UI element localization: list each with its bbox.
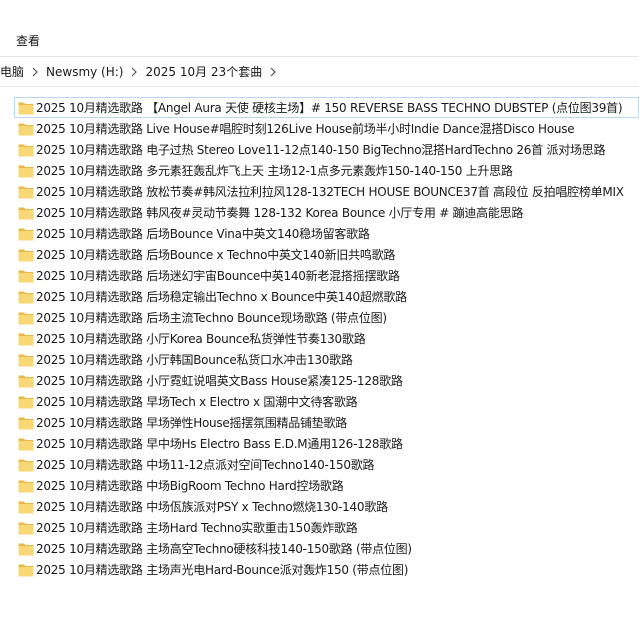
folder-row[interactable]: 2025 10月精选歌路 放松节奏#韩风法拉利拉风128-132TECH HOU… — [14, 181, 639, 202]
folder-icon — [18, 290, 34, 304]
folder-row[interactable]: 2025 10月精选歌路 后场稳定输出Techno x Bounce中英140超… — [14, 286, 639, 307]
breadcrumb-drive[interactable]: Newsmy (H:) — [46, 64, 123, 80]
folder-name: 2025 10月精选歌路 中场BigRoom Techno Hard控场歌路 — [36, 479, 344, 493]
chevron-right-icon[interactable] — [262, 64, 284, 80]
folder-row[interactable]: 2025 10月精选歌路 中场BigRoom Techno Hard控场歌路 — [14, 475, 639, 496]
folder-row[interactable]: 2025 10月精选歌路 主场声光电Hard-Bounce派对轰炸150 (带点… — [14, 559, 639, 580]
folder-name: 2025 10月精选歌路 中场11-12点派对空间Techno140-150歌路 — [36, 458, 375, 472]
folder-row[interactable]: 2025 10月精选歌路 主场Hard Techno实歌重击150轰炸歌路 — [14, 517, 639, 538]
ribbon: 查看 — [0, 0, 639, 57]
folder-icon — [18, 374, 34, 388]
folder-icon — [18, 563, 34, 577]
folder-icon — [18, 269, 34, 283]
folder-row[interactable]: 2025 10月精选歌路 后场主流Techno Bounce现场歌路 (带点位图… — [14, 307, 639, 328]
folder-row[interactable]: 2025 10月精选歌路 后场迷幻宇宙Bounce中英140新老混搭摇摆歌路 — [14, 265, 639, 286]
folder-name: 2025 10月精选歌路 后场迷幻宇宙Bounce中英140新老混搭摇摆歌路 — [36, 269, 400, 283]
folder-row[interactable]: 2025 10月精选歌路 多元素狂轰乱炸飞上天 主场12-1点多元素轰炸150-… — [14, 160, 639, 181]
folder-name: 2025 10月精选歌路 中场佤族派对PSY x Techno燃烧130-140… — [36, 500, 388, 514]
folder-name: 2025 10月精选歌路 小厅Korea Bounce私货弹性节奏130歌路 — [36, 332, 366, 346]
file-list: 2025 10月精选歌路 【Angel Aura 天使 硬核主场】# 150 R… — [14, 97, 639, 580]
folder-icon — [18, 416, 34, 430]
folder-icon — [18, 500, 34, 514]
folder-row[interactable]: 2025 10月精选歌路 【Angel Aura 天使 硬核主场】# 150 R… — [14, 97, 639, 118]
folder-row[interactable]: 2025 10月精选歌路 小厅霓虹说唱英文Bass House紧凑125-128… — [14, 370, 639, 391]
chevron-right-icon[interactable] — [24, 64, 46, 80]
folder-name: 2025 10月精选歌路 早场Tech x Electro x 国潮中文待客歌路 — [36, 395, 358, 409]
address-bar[interactable]: 电脑 Newsmy (H:) 2025 10月 23个套曲 — [0, 58, 639, 87]
folder-row[interactable]: 2025 10月精选歌路 电子过热 Stereo Love11-12点140-1… — [14, 139, 639, 160]
folder-icon — [18, 479, 34, 493]
folder-icon — [18, 458, 34, 472]
folder-icon — [18, 311, 34, 325]
folder-name: 2025 10月精选歌路 后场稳定输出Techno x Bounce中英140超… — [36, 290, 407, 304]
folder-row[interactable]: 2025 10月精选歌路 后场Bounce Vina中英文140稳场留客歌路 — [14, 223, 639, 244]
folder-row[interactable]: 2025 10月精选歌路 Live House#唱腔时刻126Live Hous… — [14, 118, 639, 139]
folder-icon — [18, 122, 34, 136]
folder-icon — [18, 185, 34, 199]
folder-icon — [18, 248, 34, 262]
folder-icon — [18, 143, 34, 157]
breadcrumb-current-folder[interactable]: 2025 10月 23个套曲 — [145, 64, 262, 80]
folder-icon — [18, 332, 34, 346]
folder-name: 2025 10月精选歌路 后场主流Techno Bounce现场歌路 (带点位图… — [36, 311, 387, 325]
folder-icon — [18, 437, 34, 451]
folder-row[interactable]: 2025 10月精选歌路 后场Bounce x Techno中英文140新旧共鸣… — [14, 244, 639, 265]
folder-row[interactable]: 2025 10月精选歌路 主场高空Techno硬核科技140-150歌路 (带点… — [14, 538, 639, 559]
folder-name: 2025 10月精选歌路 早中场Hs Electro Bass E.D.M通用1… — [36, 437, 403, 451]
folder-row[interactable]: 2025 10月精选歌路 早场Tech x Electro x 国潮中文待客歌路 — [14, 391, 639, 412]
ribbon-tab-view[interactable]: 查看 — [16, 33, 40, 49]
chevron-right-icon[interactable] — [123, 64, 145, 80]
folder-name: 2025 10月精选歌路 主场声光电Hard-Bounce派对轰炸150 (带点… — [36, 563, 409, 577]
folder-name: 2025 10月精选歌路 后场Bounce Vina中英文140稳场留客歌路 — [36, 227, 370, 241]
folder-name: 2025 10月精选歌路 多元素狂轰乱炸飞上天 主场12-1点多元素轰炸150-… — [36, 164, 513, 178]
folder-name: 2025 10月精选歌路 小厅霓虹说唱英文Bass House紧凑125-128… — [36, 374, 403, 388]
folder-name: 2025 10月精选歌路 Live House#唱腔时刻126Live Hous… — [36, 122, 575, 136]
folder-name: 2025 10月精选歌路 【Angel Aura 天使 硬核主场】# 150 R… — [36, 101, 623, 115]
folder-name: 2025 10月精选歌路 主场Hard Techno实歌重击150轰炸歌路 — [36, 521, 358, 535]
folder-icon — [18, 395, 34, 409]
folder-name: 2025 10月精选歌路 电子过热 Stereo Love11-12点140-1… — [36, 143, 606, 157]
folder-name: 2025 10月精选歌路 小厅韩国Bounce私货口水冲击130歌路 — [36, 353, 353, 367]
folder-name: 2025 10月精选歌路 早场弹性House摇摆氛围精品铺垫歌路 — [36, 416, 348, 430]
folder-row[interactable]: 2025 10月精选歌路 早场弹性House摇摆氛围精品铺垫歌路 — [14, 412, 639, 433]
folder-icon — [18, 164, 34, 178]
folder-icon — [18, 101, 34, 115]
folder-icon — [18, 227, 34, 241]
folder-name: 2025 10月精选歌路 韩风夜#灵动节奏舞 128-132 Korea Bou… — [36, 206, 524, 220]
folder-icon — [18, 542, 34, 556]
folder-row[interactable]: 2025 10月精选歌路 小厅Korea Bounce私货弹性节奏130歌路 — [14, 328, 639, 349]
folder-name: 2025 10月精选歌路 放松节奏#韩风法拉利拉风128-132TECH HOU… — [36, 185, 624, 199]
folder-icon — [18, 206, 34, 220]
folder-icon — [18, 521, 34, 535]
folder-row[interactable]: 2025 10月精选歌路 小厅韩国Bounce私货口水冲击130歌路 — [14, 349, 639, 370]
folder-name: 2025 10月精选歌路 后场Bounce x Techno中英文140新旧共鸣… — [36, 248, 396, 262]
folder-row[interactable]: 2025 10月精选歌路 中场佤族派对PSY x Techno燃烧130-140… — [14, 496, 639, 517]
folder-icon — [18, 353, 34, 367]
folder-row[interactable]: 2025 10月精选歌路 韩风夜#灵动节奏舞 128-132 Korea Bou… — [14, 202, 639, 223]
folder-name: 2025 10月精选歌路 主场高空Techno硬核科技140-150歌路 (带点… — [36, 542, 412, 556]
folder-row[interactable]: 2025 10月精选歌路 中场11-12点派对空间Techno140-150歌路 — [14, 454, 639, 475]
folder-row[interactable]: 2025 10月精选歌路 早中场Hs Electro Bass E.D.M通用1… — [14, 433, 639, 454]
breadcrumb-computer[interactable]: 电脑 — [0, 64, 24, 80]
